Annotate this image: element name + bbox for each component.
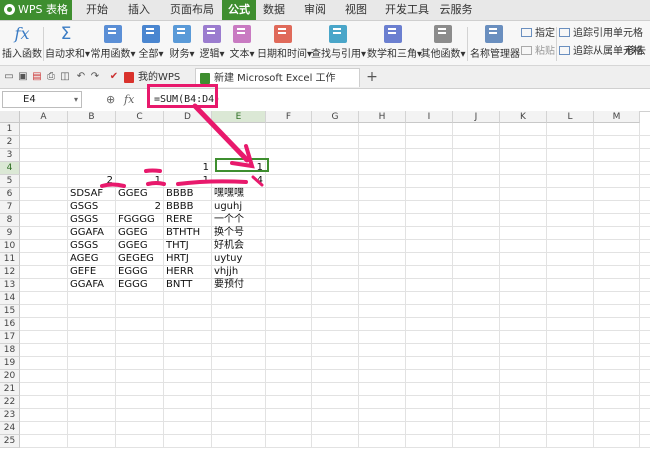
annotation-arrow bbox=[192, 103, 250, 163]
underline-mark bbox=[100, 182, 126, 188]
underline-mark bbox=[251, 175, 264, 187]
underline-mark bbox=[176, 179, 248, 186]
underline-mark bbox=[144, 168, 162, 173]
underline-mark bbox=[146, 181, 166, 186]
annotation-overlay bbox=[100, 103, 264, 188]
